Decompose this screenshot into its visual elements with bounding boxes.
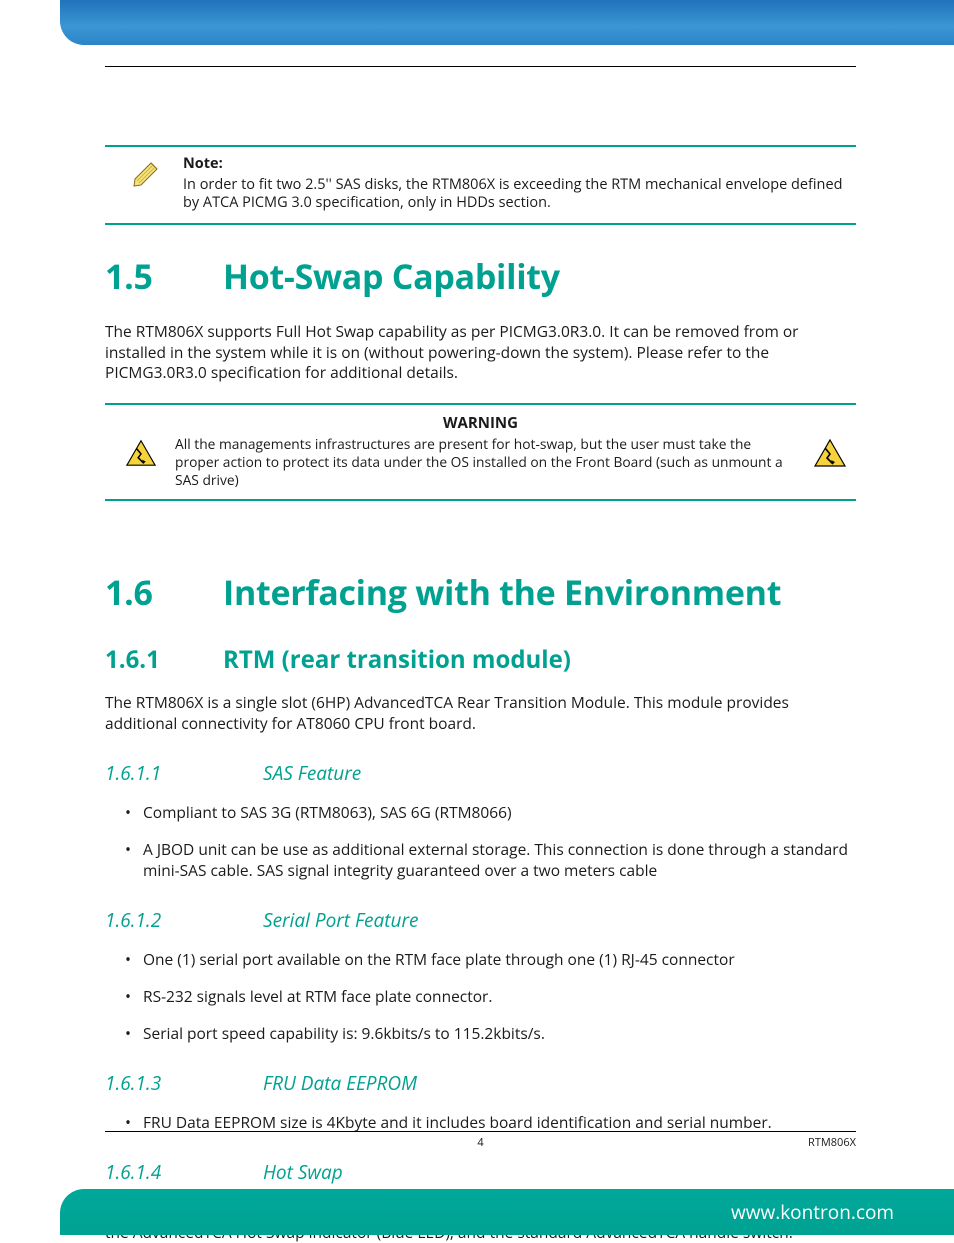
page-footer: 4 RTM806X — [105, 1131, 856, 1150]
heading-1-6: 1.6Interfacing with the Environment — [105, 569, 856, 615]
bullet-list-1-6-1-1: Compliant to SAS 3G (RTM8063), SAS 6G (R… — [105, 802, 856, 881]
warning-body: All the managements infrastructures are … — [175, 436, 786, 489]
heading-title: Serial Port Feature — [263, 907, 418, 933]
heading-1-6-1-1: 1.6.1.1SAS Feature — [105, 760, 856, 786]
footer-url: www.kontron.com — [731, 1199, 894, 1225]
list-item: Compliant to SAS 3G (RTM8063), SAS 6G (R… — [125, 802, 856, 823]
paragraph-1-6-1: The RTM806X is a single slot (6HP) Advan… — [105, 692, 856, 734]
heading-title: FRU Data EEPROM — [263, 1070, 417, 1096]
bullet-list-1-6-1-3: FRU Data EEPROM size is 4Kbyte and it in… — [105, 1112, 856, 1133]
heading-title: SAS Feature — [263, 760, 361, 786]
warning-icon-left — [105, 436, 157, 468]
header-brand-bar — [60, 0, 954, 45]
heading-1-6-1-3: 1.6.1.3FRU Data EEPROM — [105, 1070, 856, 1096]
heading-number: 1.5 — [105, 253, 223, 299]
heading-1-6-1: 1.6.1RTM (rear transition module) — [105, 643, 856, 676]
list-item: Serial port speed capability is: 9.6kbit… — [125, 1023, 856, 1044]
heading-number: 1.6.1.3 — [105, 1070, 263, 1096]
heading-number: 1.6.1.1 — [105, 760, 263, 786]
footer-brand-bar: www.kontron.com — [60, 1189, 954, 1235]
list-item: A JBOD unit can be use as additional ext… — [125, 839, 856, 881]
note-label: Note: — [183, 155, 856, 174]
list-item: FRU Data EEPROM size is 4Kbyte and it in… — [125, 1112, 856, 1133]
note-callout: Note: In order to fit two 2.5'' SAS disk… — [105, 145, 856, 225]
heading-title: Hot Swap — [263, 1159, 343, 1185]
warning-callout: WARNING All the managements infrastructu… — [105, 403, 856, 501]
warning-icon-right — [804, 436, 856, 468]
heading-title: RTM (rear transition module) — [223, 643, 571, 676]
list-item: One (1) serial port available on the RTM… — [125, 949, 856, 970]
heading-number: 1.6 — [105, 569, 223, 615]
heading-title: Hot-Swap Capability — [223, 253, 560, 299]
list-item: RS-232 signals level at RTM face plate c… — [125, 986, 856, 1007]
warning-title: WARNING — [105, 413, 856, 433]
heading-title: Interfacing with the Environment — [223, 569, 781, 615]
page-content: Note: In order to fit two 2.5'' SAS disk… — [105, 66, 856, 1243]
page-number: 4 — [477, 1135, 483, 1150]
paragraph-1-5: The RTM806X supports Full Hot Swap capab… — [105, 321, 856, 384]
note-body: In order to fit two 2.5'' SAS disks, the… — [183, 175, 842, 213]
heading-1-6-1-2: 1.6.1.2Serial Port Feature — [105, 907, 856, 933]
heading-number: 1.6.1.2 — [105, 907, 263, 933]
note-icon — [105, 155, 165, 194]
bullet-list-1-6-1-2: One (1) serial port available on the RTM… — [105, 949, 856, 1044]
footer-doc-id: RTM806X — [808, 1135, 856, 1150]
heading-1-6-1-4: 1.6.1.4Hot Swap — [105, 1159, 856, 1185]
heading-number: 1.6.1.4 — [105, 1159, 263, 1185]
heading-1-5: 1.5Hot-Swap Capability — [105, 253, 856, 299]
heading-number: 1.6.1 — [105, 643, 223, 676]
